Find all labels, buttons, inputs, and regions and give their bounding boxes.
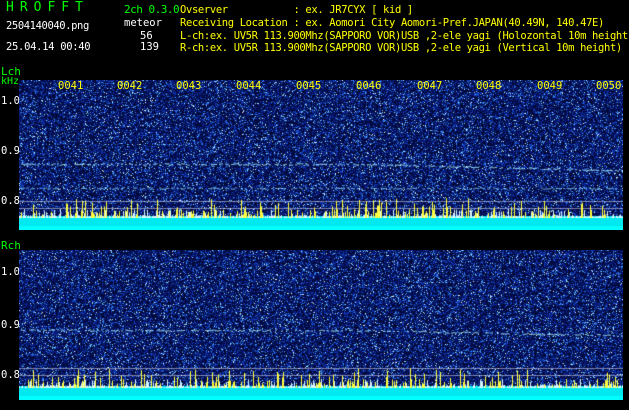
mode-label: 2ch 0.3.0 <box>124 3 180 16</box>
time-label-0049: 0049 <box>537 80 563 92</box>
image-filename: 2504140040.png <box>6 20 89 32</box>
time-label-0048: 0048 <box>476 80 502 92</box>
lch-y-tick-0-8: 0.8 <box>1 195 20 207</box>
lch-spectrogram-canvas <box>19 80 623 230</box>
time-label-0041: 0041 <box>58 80 84 92</box>
frequency-unit-label: kHz <box>1 76 20 87</box>
rch-y-tick-1-0: 1.0 <box>1 266 20 278</box>
rch-meteor-count: 139 <box>140 41 159 53</box>
location-info: Receiving Location : ex. Aomori City Aom… <box>180 17 604 29</box>
rch-receiver-info: R-ch:ex. UV5R 113.900Mhz(SAPPORO VOR)USB… <box>180 42 622 54</box>
time-label-0043: 0043 <box>176 80 202 92</box>
rch-y-tick-0-8: 0.8 <box>1 369 20 381</box>
lch-receiver-info: L-ch:ex. UV5R 113.900Mhz(SAPPORO VOR)USB… <box>180 30 629 42</box>
rch-y-tick-0-9: 0.9 <box>1 319 20 331</box>
lch-spectrogram <box>19 80 623 230</box>
rch-channel-label: Rch <box>1 239 21 252</box>
time-label-0050: 0050 <box>596 80 622 92</box>
rch-spectrogram-canvas <box>19 250 623 400</box>
meteor-count-label: meteor <box>124 17 162 29</box>
rch-spectrogram <box>19 250 623 400</box>
lch-y-tick-0-9: 0.9 <box>1 145 20 157</box>
observer-info: Ovserver : ex. JR7CYX [ kid ] <box>180 4 413 16</box>
capture-datetime: 25.04.14 00:40 <box>6 41 91 53</box>
time-label-0046: 0046 <box>356 80 382 92</box>
time-label-0045: 0045 <box>296 80 322 92</box>
app-title: HROFFT <box>6 0 89 15</box>
time-label-0042: 0042 <box>117 80 143 92</box>
lch-y-tick-1-0: 1.0 <box>1 95 20 107</box>
time-label-0047: 0047 <box>417 80 443 92</box>
time-label-0044: 0044 <box>236 80 262 92</box>
